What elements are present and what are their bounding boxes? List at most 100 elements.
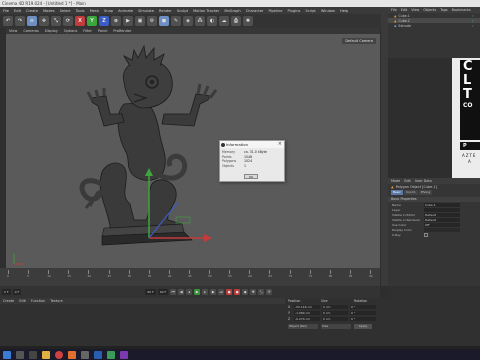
viewport-menu-item[interactable]: ProRender bbox=[113, 29, 131, 33]
material-menu-item[interactable]: Function bbox=[31, 299, 45, 303]
material-manager[interactable]: Create Edit Function Texture bbox=[0, 298, 285, 346]
start-frame-field[interactable]: 0 F bbox=[2, 289, 11, 295]
material-menu-item[interactable]: Texture bbox=[50, 299, 62, 303]
attribute-menu-item[interactable]: Edit bbox=[404, 179, 411, 183]
rotation-h-field[interactable]: 0 ° bbox=[350, 304, 376, 310]
menu-item[interactable]: Render bbox=[159, 9, 172, 13]
timeline-ruler[interactable]: 0 5 10 15 20 25 30 35 40 45 50 55 60 65 70 75 80 85 90 bbox=[6, 270, 374, 278]
end-frame-field[interactable]: 90 F bbox=[145, 289, 156, 295]
go-to-start-icon[interactable]: ⏮ bbox=[170, 289, 177, 295]
menu-item[interactable]: Create bbox=[26, 9, 38, 13]
menu-item[interactable]: Motion Tracker bbox=[193, 9, 219, 13]
pen-icon[interactable]: ✎ bbox=[171, 16, 181, 26]
play-icon[interactable]: ▶ bbox=[194, 289, 201, 295]
viewport-menu-item[interactable]: Display bbox=[45, 29, 58, 33]
menu-item[interactable]: MoGraph bbox=[224, 9, 240, 13]
undo-icon[interactable]: ↶ bbox=[3, 16, 13, 26]
previous-key-icon[interactable]: ◀ bbox=[178, 289, 185, 295]
cube-icon[interactable]: ◼ bbox=[159, 16, 169, 26]
menu-item[interactable]: Plugins bbox=[288, 9, 301, 13]
array-icon[interactable]: ⁂ bbox=[195, 16, 205, 26]
menu-item[interactable]: File bbox=[3, 9, 9, 13]
max-frame-field[interactable]: 90 F bbox=[157, 289, 169, 295]
visibility-check-icon[interactable]: ✓ bbox=[471, 19, 474, 23]
layer-field[interactable] bbox=[424, 207, 460, 212]
viewport-menu-item[interactable]: View bbox=[9, 29, 17, 33]
move-icon[interactable]: ✥ bbox=[39, 16, 49, 26]
environment-icon[interactable]: ☁ bbox=[219, 16, 229, 26]
object-menu-item[interactable]: View bbox=[411, 8, 419, 12]
world-coordinates-icon[interactable]: ⊕ bbox=[111, 16, 121, 26]
cinema4d-taskbar-icon[interactable] bbox=[94, 350, 102, 359]
scale-key-icon[interactable]: ⤡ bbox=[258, 289, 265, 295]
viewport-menu-item[interactable]: Cameras bbox=[23, 29, 39, 33]
next-frame-icon[interactable]: ▸ bbox=[202, 289, 209, 295]
menu-item[interactable]: Window bbox=[321, 9, 335, 13]
viewport-menu-item[interactable]: Options bbox=[64, 29, 78, 33]
name-field[interactable]: Cube.1 bbox=[424, 202, 460, 207]
app-icon[interactable] bbox=[120, 350, 128, 359]
tab-coord[interactable]: Coord. bbox=[403, 190, 418, 195]
menu-item[interactable]: Edit bbox=[14, 9, 21, 13]
object-menu-item[interactable]: File bbox=[391, 8, 397, 12]
xray-checkbox[interactable] bbox=[424, 232, 428, 237]
next-key-icon[interactable]: ▶ bbox=[210, 289, 217, 295]
visibility-check-icon[interactable]: ✓ bbox=[471, 14, 474, 18]
visibility-check-icon[interactable]: ✓ bbox=[471, 24, 474, 28]
menu-item[interactable]: Tools bbox=[76, 9, 85, 13]
rotation-p-field[interactable]: 0 ° bbox=[350, 310, 376, 316]
viewport-menu-item[interactable]: Panel bbox=[98, 29, 107, 33]
close-icon[interactable]: × bbox=[278, 141, 282, 148]
size-z-field[interactable]: 0 cm bbox=[322, 316, 348, 322]
object-row[interactable]: ◆ Extrude ✓ bbox=[388, 23, 480, 28]
size-y-field[interactable]: 0 cm bbox=[322, 310, 348, 316]
redo-icon[interactable]: ↷ bbox=[15, 16, 25, 26]
3d-viewport[interactable]: Default Camera bbox=[6, 34, 380, 268]
keyframe-selection-icon[interactable]: ◆ bbox=[242, 289, 249, 295]
attribute-menu-item[interactable]: Mode bbox=[391, 179, 400, 183]
blender-icon[interactable] bbox=[68, 350, 76, 359]
record-icon[interactable]: ● bbox=[226, 289, 233, 295]
object-menu-item[interactable]: Bookmarks bbox=[452, 8, 471, 12]
position-y-field[interactable]: -1.089 cm bbox=[294, 310, 320, 316]
x-axis-lock-button[interactable]: X bbox=[75, 16, 85, 26]
attribute-menu-item[interactable]: User Data bbox=[415, 179, 432, 183]
app-icon[interactable] bbox=[81, 350, 89, 359]
menu-item[interactable]: Mesh bbox=[90, 9, 99, 13]
render-view-icon[interactable]: ▶ bbox=[123, 16, 133, 26]
menu-item[interactable]: Character bbox=[246, 9, 264, 13]
size-mode-select[interactable]: Size bbox=[321, 324, 351, 329]
subdivision-icon[interactable]: ◈ bbox=[183, 16, 193, 26]
object-menu-item[interactable]: Tags bbox=[440, 8, 448, 12]
dialog-title-bar[interactable]: Information × bbox=[220, 141, 284, 148]
deformer-icon[interactable]: ◐ bbox=[207, 16, 217, 26]
position-x-field[interactable]: -52.116 cm bbox=[294, 304, 320, 310]
current-frame-field[interactable]: 0 F bbox=[12, 289, 22, 295]
menu-item[interactable]: Animate bbox=[118, 9, 133, 13]
rotation-b-field[interactable]: 0 ° bbox=[350, 316, 376, 322]
visible-renderer-select[interactable]: Default bbox=[424, 217, 460, 222]
y-axis-lock-button[interactable]: Y bbox=[87, 16, 97, 26]
menu-item[interactable]: Pipeline bbox=[268, 9, 282, 13]
apply-button[interactable]: Apply bbox=[354, 324, 372, 329]
render-settings-icon[interactable]: ⚙ bbox=[147, 16, 157, 26]
tab-phong[interactable]: Phong bbox=[418, 190, 433, 195]
autokey-icon[interactable]: ● bbox=[234, 289, 241, 295]
file-explorer-icon[interactable] bbox=[42, 350, 50, 359]
rotate-icon[interactable]: ⟳ bbox=[63, 16, 73, 26]
render-picture-viewer-icon[interactable]: ▣ bbox=[135, 16, 145, 26]
previous-frame-icon[interactable]: ◂ bbox=[186, 289, 193, 295]
app-icon[interactable] bbox=[107, 350, 115, 359]
menu-item[interactable]: Snap bbox=[104, 9, 113, 13]
chrome-icon[interactable] bbox=[55, 350, 63, 359]
start-icon[interactable] bbox=[3, 350, 11, 359]
visible-editor-select[interactable]: Default bbox=[424, 212, 460, 217]
position-z-field[interactable]: -0.274 cm bbox=[294, 316, 320, 322]
scale-icon[interactable]: ⤡ bbox=[51, 16, 61, 26]
z-axis-lock-button[interactable]: Z bbox=[99, 16, 109, 26]
task-view-icon[interactable] bbox=[29, 350, 37, 359]
material-menu-item[interactable]: Edit bbox=[19, 299, 26, 303]
use-color-select[interactable]: Off bbox=[424, 222, 460, 227]
ok-button[interactable]: OK bbox=[244, 174, 258, 179]
position-key-icon[interactable]: ✥ bbox=[250, 289, 257, 295]
